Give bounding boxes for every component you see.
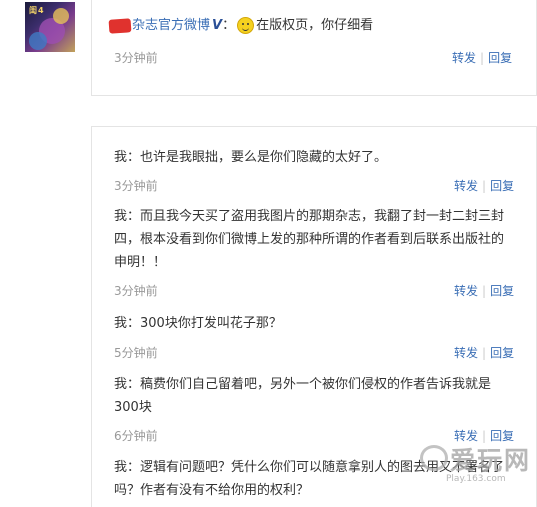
timestamp: 6分钟前	[114, 429, 158, 443]
top-post-text: 杂志官方微博 V： 在版权页，你仔细看	[108, 16, 374, 36]
forward-link[interactable]: 转发	[454, 284, 478, 298]
timestamp: 5分钟前	[114, 346, 158, 360]
timestamp: 3分钟前	[114, 284, 158, 298]
forward-link[interactable]: 转发	[454, 346, 478, 360]
comment-text: 我：稿费你们自己留着吧，另外一个被你们侵权的作者告诉我就是300块	[114, 377, 492, 415]
top-post-message: 在版权页，你仔细看	[256, 18, 374, 33]
watermark-title: 爱玩网	[450, 446, 532, 475]
timestamp: 3分钟前	[114, 51, 158, 65]
forward-link[interactable]: 转发	[452, 51, 476, 65]
action-divider: |	[482, 346, 487, 360]
forward-link[interactable]: 转发	[454, 179, 478, 193]
reply-link[interactable]: 回复	[490, 284, 514, 298]
timestamp: 3分钟前	[114, 179, 158, 193]
comment-text: 我：而且我今天买了盗用我图片的那期杂志，我翻了封一封二封三封四，根本没看到你们微…	[114, 209, 505, 270]
reply-link[interactable]: 回复	[490, 346, 514, 360]
reply-link[interactable]: 回复	[488, 51, 512, 65]
avatar-art	[53, 8, 69, 24]
comment-actions: 转发 | 回复	[454, 177, 514, 194]
comment-text: 我：300块你打发叫花子那？	[114, 316, 282, 331]
top-post-card: 杂志官方微博 V： 在版权页，你仔细看 3分钟前 转发 | 回复	[91, 0, 537, 96]
watermark-logo-icon	[420, 445, 448, 471]
author-separator: ：	[222, 18, 236, 33]
site-watermark: 爱玩网 Play.163.com	[420, 441, 530, 491]
comment-actions: 转发 | 回复	[454, 282, 514, 299]
avatar[interactable]: 闺4	[25, 2, 75, 52]
comment-text: 我：也许是我眼拙，要么是你们隐藏的太好了。	[114, 150, 388, 165]
post-actions: 转发 | 回复	[452, 49, 512, 66]
action-divider: |	[480, 51, 485, 65]
avatar-art	[29, 32, 47, 50]
action-divider: |	[482, 179, 487, 193]
redaction-mark	[108, 17, 132, 34]
avatar-label: 闺4	[29, 6, 45, 15]
comment-actions: 转发 | 回复	[454, 344, 514, 361]
reply-link[interactable]: 回复	[490, 179, 514, 193]
action-divider: |	[482, 284, 487, 298]
watermark-url: Play.163.com	[446, 474, 506, 484]
verified-badge-icon: V	[212, 18, 223, 33]
author-name[interactable]: 杂志官方微博	[132, 18, 210, 33]
smiley-emoji-icon	[237, 17, 255, 34]
